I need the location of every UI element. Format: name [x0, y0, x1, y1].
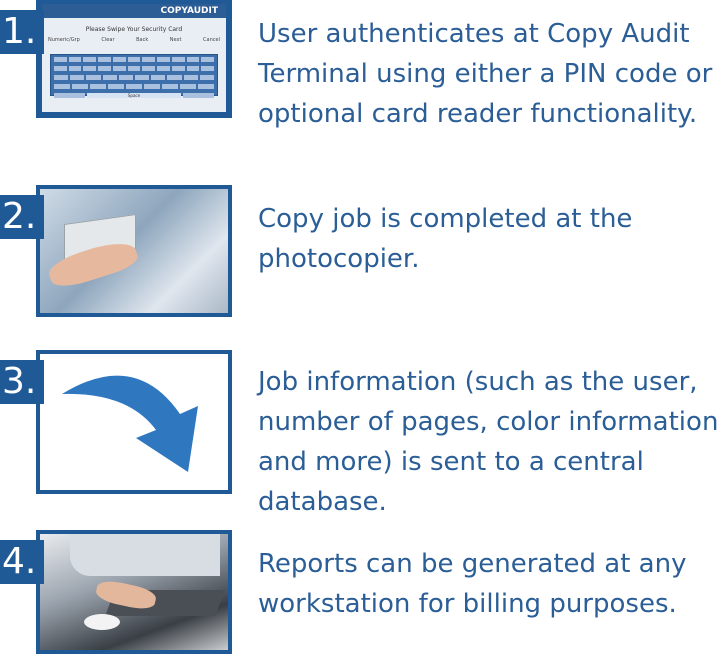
step-number: 3. — [0, 360, 44, 404]
option-numeric: Numeric/Grp — [48, 37, 80, 43]
option-next: Next — [169, 37, 182, 43]
arrow-panel — [40, 354, 228, 490]
option-cancel: Cancel — [203, 37, 220, 43]
terminal-screen: COPYAUDIT Please Swipe Your Security Car… — [42, 4, 226, 112]
photocopier-image — [40, 189, 228, 313]
step-4: 4. Reports can be generated at any works… — [0, 530, 728, 655]
photocopier-photo — [36, 185, 232, 317]
step-description: User authenticates at Copy Audit Termina… — [258, 19, 713, 129]
step-number: 1. — [0, 10, 44, 54]
step-3: 3. Job information (such as the user, nu… — [0, 350, 728, 517]
terminal-thumbnail: COPYAUDIT Please Swipe Your Security Car… — [36, 0, 232, 118]
workstation-photo — [36, 530, 232, 654]
terminal-logo: COPYAUDIT — [42, 4, 226, 18]
step-description: Copy job is completed at the photocopier… — [258, 204, 633, 274]
step-number: 2. — [0, 195, 44, 239]
step-number: 4. — [0, 540, 44, 584]
option-back: Back — [136, 37, 149, 43]
monitor-icon — [70, 534, 220, 576]
mouse-icon — [84, 614, 120, 630]
space-key: Space — [87, 93, 181, 98]
workstation-image — [40, 534, 228, 650]
step-2: 2. Copy job is completed at the photocop… — [0, 185, 728, 320]
terminal-options: Numeric/Grp Clear Back Next Cancel — [42, 33, 226, 47]
option-clear: Clear — [101, 37, 115, 43]
curved-arrow-icon — [62, 375, 198, 472]
arrow-thumbnail — [36, 350, 232, 494]
on-screen-keyboard: Space — [50, 54, 218, 98]
step-1: 1. COPYAUDIT Please Swipe Your Security … — [0, 0, 728, 129]
terminal-prompt: Please Swipe Your Security Card — [85, 26, 183, 33]
step-description: Job information (such as the user, numbe… — [258, 367, 719, 517]
step-description: Reports can be generated at any workstat… — [258, 549, 687, 619]
